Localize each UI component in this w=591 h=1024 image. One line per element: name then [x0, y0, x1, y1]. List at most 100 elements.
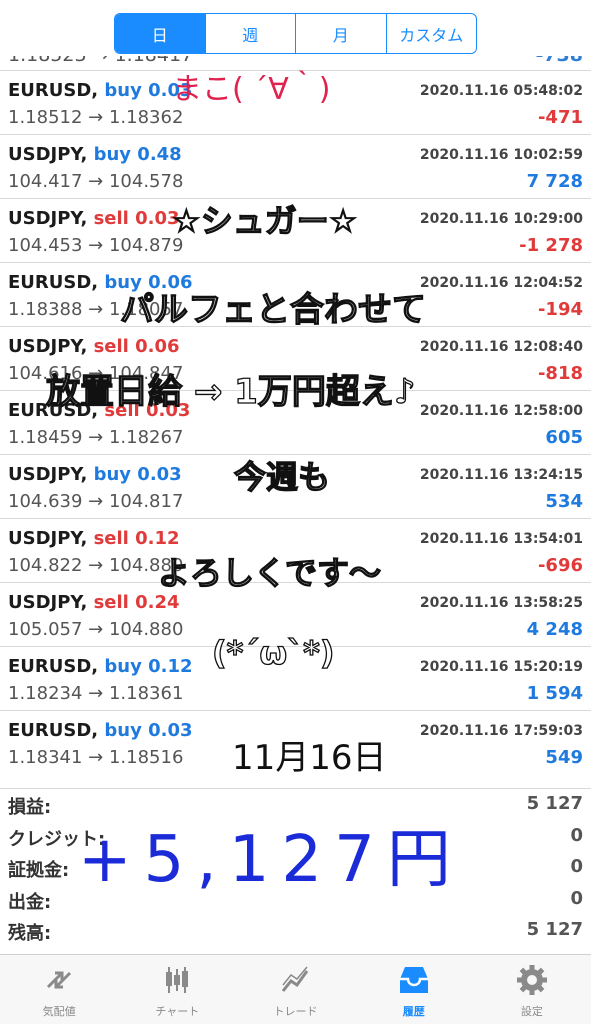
- trade-profit: -194: [537, 299, 583, 320]
- summary-label: 出金:: [8, 891, 52, 913]
- trade-time: 2020.11.16 13:58:25: [419, 595, 583, 611]
- overlay-daily: 放置日給 → 1万円超え♪: [45, 371, 416, 412]
- trade-symbol: USDJPY, sell 0.24: [8, 592, 180, 613]
- summary-value: 5 127: [526, 919, 583, 940]
- trade-profit: 605: [545, 427, 583, 448]
- trade-prices: 1.18459 → 1.18267: [8, 427, 184, 448]
- trade-side: buy 0.48: [93, 144, 182, 165]
- tab-month[interactable]: 月: [296, 14, 387, 53]
- trade-prices: 1.18341 → 1.18516: [8, 747, 184, 768]
- trade-side: sell 0.12: [93, 528, 180, 549]
- tab-history[interactable]: 履歴: [355, 955, 473, 1024]
- overlay-sugar: ☆シュガー☆: [171, 201, 358, 240]
- trade-symbol: USDJPY, buy 0.48: [8, 144, 182, 165]
- trade-symbol: USDJPY, sell 0.06: [8, 336, 180, 357]
- tab-custom[interactable]: カスタム: [387, 14, 477, 53]
- trade-symbol: EURUSD, buy 0.03: [8, 720, 193, 741]
- tab-chart[interactable]: チャート: [118, 955, 236, 1024]
- symbol-text: USDJPY,: [8, 592, 88, 613]
- trade-prices: 104.639 → 104.817: [8, 491, 184, 512]
- summary-value: 0: [570, 824, 583, 846]
- summary-value: 0: [570, 887, 583, 909]
- trade-profit: -696: [537, 555, 583, 576]
- trade-time: 2020.11.16 10:02:59: [419, 147, 583, 163]
- overlay-thisweek: 今週も: [233, 457, 331, 496]
- summary-label: 証拠金:: [8, 860, 70, 881]
- history-icon: [399, 967, 428, 993]
- symbol-text: USDJPY,: [8, 464, 88, 485]
- overlay-total: +5,127円: [78, 823, 463, 897]
- trade-profit: 549: [545, 747, 583, 768]
- tab-trade[interactable]: トレード: [236, 955, 354, 1024]
- tab-settings-label: 設定: [520, 1005, 543, 1018]
- trade-profit: -1 278: [519, 235, 583, 256]
- trade-time: 2020.11.16 15:20:19: [419, 659, 583, 675]
- summary-label: 残高:: [8, 923, 52, 944]
- tab-history-label: 履歴: [402, 1005, 425, 1018]
- trade-profit: 534: [545, 491, 583, 512]
- summary-label: 損益:: [8, 797, 52, 818]
- trade-time: 2020.11.16 12:08:40: [419, 339, 583, 355]
- tab-week[interactable]: 週: [206, 14, 296, 53]
- trade-prices: 1.18512 → 1.18362: [8, 107, 184, 128]
- trade-prices: 104.417 → 104.578: [8, 171, 184, 192]
- overlay-regards: よろしくです〜: [157, 553, 382, 592]
- tab-chart-label: チャート: [155, 1005, 200, 1018]
- trade-time: 2020.11.16 13:24:15: [419, 467, 583, 483]
- trade-time: 2020.11.16 05:48:02: [419, 83, 583, 99]
- trade-side: sell 0.24: [93, 592, 180, 613]
- overlay-face: (*´ω`*): [211, 633, 335, 672]
- trade-profit: -471: [537, 107, 583, 128]
- trade-symbol: EURUSD, buy 0.03: [8, 80, 193, 101]
- trade-side: buy 0.12: [104, 656, 193, 677]
- tab-settings[interactable]: 設定: [473, 955, 591, 1024]
- overlay-date: 11月16日: [232, 738, 387, 778]
- trade-symbol: USDJPY, buy 0.03: [8, 464, 182, 485]
- bottom-tab-bar: 気配値 チャート トレード 履歴 設定: [0, 954, 591, 1024]
- trade-icon: [281, 966, 308, 992]
- trade-symbol: USDJPY, sell 0.03: [8, 208, 180, 229]
- partial-profit: -738: [535, 56, 583, 66]
- trade-time: 2020.11.16 13:54:01: [419, 531, 583, 547]
- trade-prices: 104.453 → 104.879: [8, 235, 184, 256]
- overlay-parfait: パルフェと合わせて: [119, 289, 426, 330]
- trade-profit: 4 248: [526, 619, 583, 640]
- summary-value: 5 127: [526, 793, 583, 814]
- symbol-text: USDJPY,: [8, 528, 88, 549]
- trade-prices: 1.18234 → 1.18361: [8, 683, 184, 704]
- partial-prices: 1.18523 → 1.18417: [8, 56, 193, 66]
- symbol-text: EURUSD,: [8, 80, 99, 101]
- trade-time: 2020.11.16 17:59:03: [419, 723, 583, 739]
- quotes-icon: [47, 971, 72, 989]
- period-segmented-control: 日 週 月 カスタム: [114, 13, 477, 54]
- summary-value: 0: [570, 856, 583, 877]
- trade-side: buy 0.03: [93, 464, 182, 485]
- symbol-text: USDJPY,: [8, 336, 88, 357]
- chart-icon: [166, 967, 189, 993]
- trade-symbol: EURUSD, buy 0.12: [8, 656, 193, 677]
- trade-prices: 105.057 → 104.880: [8, 619, 184, 640]
- symbol-text: EURUSD,: [8, 720, 99, 741]
- trade-time: 2020.11.16 12:58:00: [419, 403, 583, 419]
- trade-side: sell 0.06: [93, 336, 180, 357]
- trade-side: sell 0.03: [93, 208, 180, 229]
- trade-time: 2020.11.16 12:04:52: [419, 275, 583, 291]
- trade-profit: 1 594: [526, 683, 583, 704]
- tab-trade-label: トレード: [273, 1005, 318, 1018]
- tab-quotes-label: 気配値: [42, 1005, 76, 1018]
- summary-row: 残高: 5 127: [0, 915, 591, 947]
- tab-quotes[interactable]: 気配値: [0, 955, 118, 1024]
- symbol-text: EURUSD,: [8, 272, 99, 293]
- trade-profit: 7 728: [526, 171, 583, 192]
- symbol-text: USDJPY,: [8, 208, 88, 229]
- trade-profit: -818: [537, 363, 583, 384]
- tab-day[interactable]: 日: [115, 14, 206, 53]
- trade-side: buy 0.03: [104, 720, 193, 741]
- trade-row[interactable]: USDJPY, buy 0.48 2020.11.16 10:02:59 104.4…: [0, 134, 591, 198]
- symbol-text: EURUSD,: [8, 656, 99, 677]
- trade-time: 2020.11.16 10:29:00: [419, 211, 583, 227]
- settings-icon: [516, 965, 547, 995]
- symbol-text: USDJPY,: [8, 144, 88, 165]
- period-selector-bar: 日 週 月 カスタム: [0, 0, 591, 64]
- overlay-name: まこ( ´∀｀): [172, 72, 331, 107]
